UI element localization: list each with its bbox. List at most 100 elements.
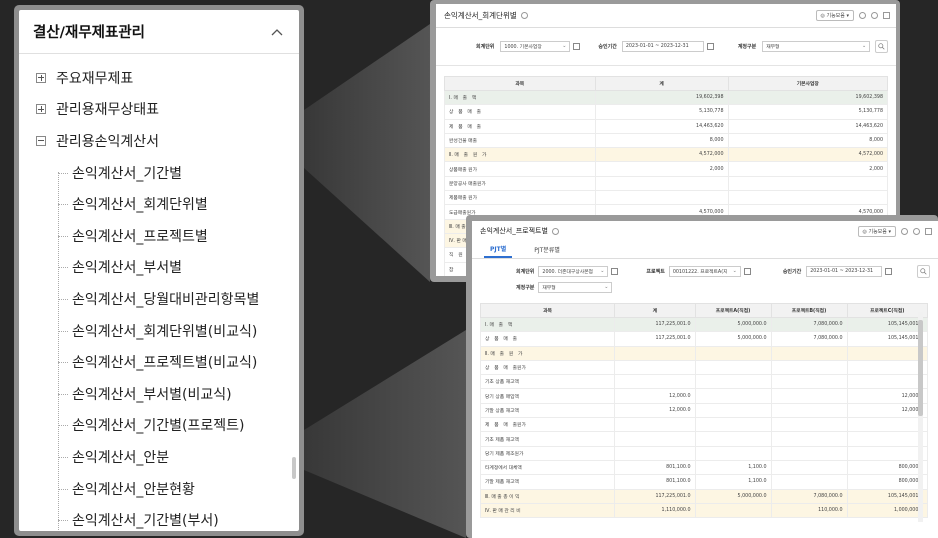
table-row[interactable]: 기초 상품 재고액 <box>479 374 929 390</box>
value-cell: 1,100.0 <box>694 459 772 476</box>
info-icon[interactable] <box>913 227 920 235</box>
calendar-icon[interactable] <box>706 43 714 50</box>
tree-item-label: 손익계산서_기간별 <box>72 165 183 182</box>
table-row[interactable]: 제 품 매 출 14,463,620 14,463,620 <box>444 118 888 134</box>
tree-item[interactable]: 손익계산서_기간별(부서) <box>19 504 299 531</box>
tree-item[interactable]: 관리용손익계산서 <box>19 125 299 157</box>
tree-item[interactable]: 주요재무제표 <box>19 62 299 94</box>
table-row[interactable]: Ⅳ. 판 매 관 리 비 1,110,000.0 110,000.0 1,000,00… <box>479 502 929 519</box>
value-cell: 110,000.0 <box>770 502 848 519</box>
column-header[interactable]: 과목 <box>444 76 596 91</box>
value-cell <box>846 445 929 461</box>
table-row[interactable]: 제품매출 원가 <box>444 190 888 206</box>
table-row[interactable]: Ⅱ. 매 출 원 가 4,572,000 4,572,000 <box>444 147 888 163</box>
value-cell <box>770 359 848 376</box>
table-row[interactable]: 완성건물 매출 8,000 8,000 <box>444 132 888 149</box>
table-row[interactable]: 분양공사 매출원가 <box>444 175 888 192</box>
tree-item[interactable]: 손익계산서_회계단위별(비교식) <box>19 315 299 347</box>
expand-icon[interactable] <box>36 104 46 115</box>
table-row[interactable]: 상 품 매 출 5,130,778 5,130,778 <box>444 104 888 120</box>
total-cell: 2,000 <box>594 161 729 177</box>
value-cell <box>770 388 848 404</box>
table-row[interactable]: Ⅲ. 매 출 총 이 익 117,225,001.0 5,000,000.0 7,08… <box>479 488 929 504</box>
tree-item[interactable]: 손익계산서_당월대비관리항목별 <box>19 283 299 315</box>
table-row[interactable]: Ⅱ. 매 출 원 가 <box>479 345 929 361</box>
value-cell <box>694 359 772 376</box>
tree-item[interactable]: 손익계산서_부서별 <box>19 252 299 284</box>
account-cell: 완성건물 매출 <box>444 132 596 149</box>
period-input[interactable]: 2023-01-01 ~ 2023-12-31 <box>806 265 883 277</box>
column-header[interactable]: 계 <box>614 303 696 318</box>
tree-scrollbar[interactable] <box>292 457 296 479</box>
table-row[interactable]: 당기 제품 제조원가 <box>479 445 929 461</box>
unit-select[interactable]: 2000. 더존대구상사본점 ⌄ <box>538 265 609 277</box>
table-row[interactable]: 상 품 매 출원가 <box>479 359 929 376</box>
value-cell <box>770 431 848 447</box>
lookup-icon[interactable] <box>573 43 581 50</box>
filter-bar-row1: 회계단위 2000. 더존대구상사본점 ⌄ 프로젝트 00101222. 프로젝트… <box>472 263 938 279</box>
tree-item[interactable]: 손익계산서_안분현황 <box>19 473 299 505</box>
tab-pjt[interactable]: PJT별 <box>484 241 513 258</box>
search-button[interactable] <box>917 264 930 278</box>
table-row[interactable]: Ⅰ. 매 출 액 19,602,398 19,602,398 <box>444 89 888 106</box>
tree-item-label: 관리용손익계산서 <box>56 133 160 150</box>
table-row[interactable]: 기말 상품 재고액 12,000.0 12,000.0 <box>479 402 929 419</box>
project-value: 00101222. 프로젝트A(지 <box>672 269 728 275</box>
table-row[interactable]: 제 품 매 출원가 <box>479 417 929 433</box>
tree-item[interactable]: 손익계산서_부서별(비교식) <box>19 378 299 410</box>
column-header[interactable]: 과목 <box>479 303 616 318</box>
column-header[interactable]: 프로젝트A(직접) <box>694 303 772 318</box>
table-row[interactable]: 기말 제품 재고액 801,100.0 1,100.0 800,000.0 <box>479 474 929 490</box>
project-select[interactable]: 00101222. 프로젝트A(지 ⌄ <box>668 265 741 277</box>
table-row[interactable]: 타계정에서 대체액 801,100.0 1,100.0 800,000.0 <box>479 459 929 476</box>
table-row[interactable]: 상 품 매 출 117,225,001.0 5,000,000.0 7,080,000… <box>479 331 929 347</box>
window-icon[interactable] <box>925 227 932 235</box>
calendar-icon[interactable] <box>885 267 893 275</box>
table-row[interactable]: 당기 상품 매입액 12,000.0 12,000.0 <box>479 388 929 404</box>
menu-tree-panel: 결산/재무제표관리 주요재무제표 관리용재무상태표관리용손익계산서손익계산서_기간… <box>19 10 299 531</box>
tree-item[interactable]: 손익계산서_기간별 <box>19 157 299 189</box>
table-row[interactable]: 기초 제품 재고액 <box>479 431 929 447</box>
column-header[interactable]: 프로젝트C(직접) <box>846 303 929 318</box>
collapse-icon[interactable] <box>36 135 46 146</box>
lookup-icon[interactable] <box>743 267 751 275</box>
help-icon[interactable] <box>520 12 528 19</box>
type-select[interactable]: 재무형 ⌄ <box>762 41 871 52</box>
account-cell: Ⅳ. 판 매 관 리 비 <box>479 502 616 519</box>
tree-item[interactable]: 관리용재무상태표 <box>19 94 299 126</box>
chevron-up-icon[interactable] <box>255 10 299 54</box>
window-icon[interactable] <box>883 12 890 19</box>
column-header[interactable]: 프로젝트B(직접) <box>770 303 848 318</box>
table-row[interactable]: Ⅰ. 매 출 액 117,225,001.0 5,000,000.0 7,080,00… <box>479 316 929 333</box>
function-menu-button[interactable]: ◎ 기능모음 ▾ <box>815 10 854 21</box>
refresh-icon[interactable] <box>901 227 908 235</box>
value-cell: 105,145,001.0 <box>846 488 929 504</box>
menu-tree-title: 결산/재무제표관리 <box>33 25 146 41</box>
grid-scrollbar[interactable] <box>918 312 923 522</box>
tree-item[interactable]: 손익계산서_회계단위별 <box>19 188 299 220</box>
lookup-icon[interactable] <box>611 267 619 275</box>
column-header[interactable]: 계 <box>594 76 729 91</box>
grid-scroll-thumb[interactable] <box>918 320 923 416</box>
refresh-icon[interactable] <box>859 12 866 19</box>
tab-pjt-category[interactable]: PJT분류별 <box>528 241 566 258</box>
info-icon[interactable] <box>871 12 878 19</box>
unit-select[interactable]: 1000. 기본사업장 ⌄ <box>500 41 571 52</box>
search-button[interactable] <box>875 40 888 53</box>
value-cell <box>614 445 696 461</box>
menu-tree-list: 주요재무제표 관리용재무상태표관리용손익계산서손익계산서_기간별손익계산서_회계단… <box>19 54 299 531</box>
column-header[interactable]: 기본사업장 <box>727 76 888 91</box>
tree-item[interactable]: 손익계산서_기간별(프로젝트) <box>19 410 299 442</box>
expand-icon[interactable] <box>36 72 46 83</box>
function-menu-button[interactable]: ◎ 기능모음 ▾ <box>857 225 896 237</box>
account-cell: Ⅰ. 매 출 액 <box>444 89 596 106</box>
table-row[interactable]: 상품매출 원가 2,000 2,000 <box>444 161 888 177</box>
period-input[interactable]: 2023-01-01 ~ 2023-12-31 <box>621 41 704 52</box>
value-cell <box>694 431 772 447</box>
help-icon[interactable] <box>551 227 559 235</box>
type-select[interactable]: 재무형 ⌄ <box>538 281 613 293</box>
tree-item[interactable]: 손익계산서_프로젝트별 <box>19 220 299 252</box>
value-cell: 7,080,000.0 <box>770 488 848 504</box>
tree-item[interactable]: 손익계산서_프로젝트별(비교식) <box>19 346 299 378</box>
tree-item[interactable]: 손익계산서_안분 <box>19 441 299 473</box>
